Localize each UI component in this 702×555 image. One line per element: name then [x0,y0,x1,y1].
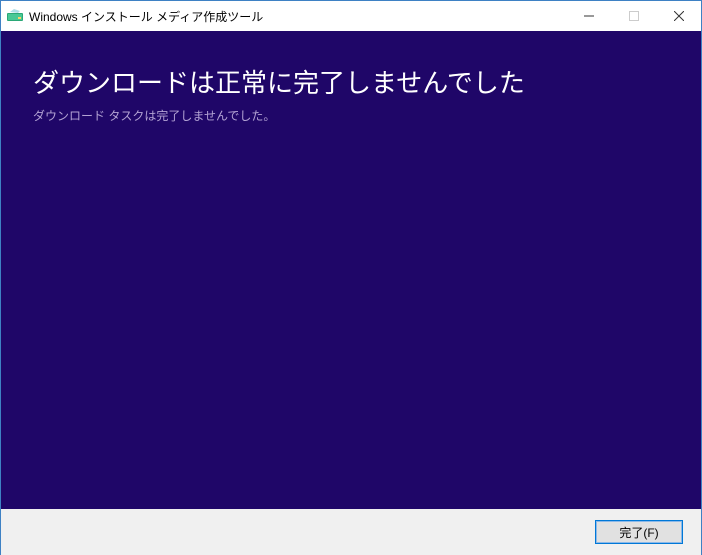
titlebar: Windows インストール メディア作成ツール [1,1,701,31]
app-icon [7,8,23,24]
finish-button[interactable]: 完了(F) [595,520,683,544]
close-button[interactable] [656,1,701,31]
content-area: ダウンロードは正常に完了しませんでした ダウンロード タスクは完了しませんでした… [1,31,701,509]
page-subtext: ダウンロード タスクは完了しませんでした。 [33,107,669,124]
maximize-button [611,1,656,31]
footer: 完了(F) [1,509,701,555]
window-title: Windows インストール メディア作成ツール [29,8,566,25]
minimize-button[interactable] [566,1,611,31]
page-heading: ダウンロードは正常に完了しませんでした [33,67,669,101]
window-controls [566,1,701,31]
